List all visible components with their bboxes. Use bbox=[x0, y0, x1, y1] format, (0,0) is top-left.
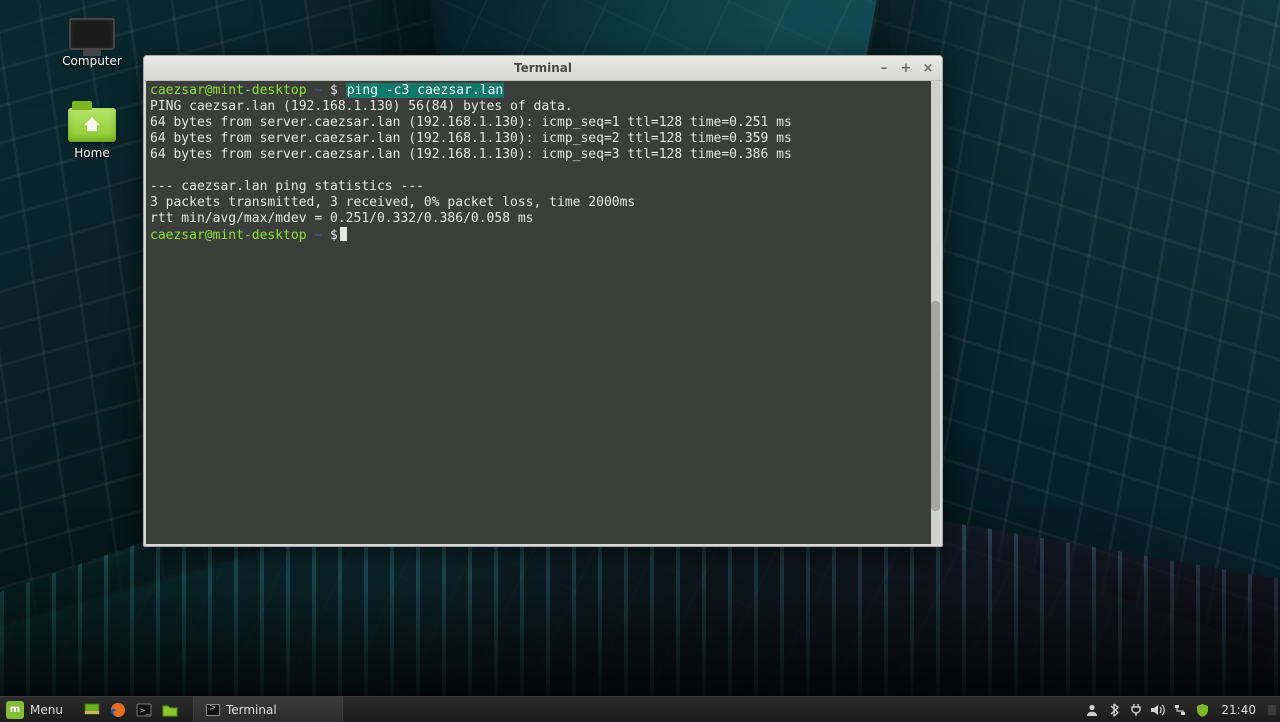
window-titlebar[interactable]: Terminal – + × bbox=[144, 56, 942, 81]
task-label: Terminal bbox=[226, 703, 277, 717]
mint-logo-icon: m bbox=[6, 701, 24, 719]
terminal-output-line: --- caezsar.lan ping statistics --- bbox=[150, 179, 936, 195]
power-icon[interactable] bbox=[1125, 703, 1147, 717]
terminal-output-line: rtt min/avg/max/mdev = 0.251/0.332/0.386… bbox=[150, 211, 936, 227]
svg-text:>_: >_ bbox=[139, 706, 151, 715]
terminal-output-line: 64 bytes from server.caezsar.lan (192.16… bbox=[150, 131, 936, 147]
plug-icon bbox=[1130, 703, 1142, 717]
terminal-icon bbox=[206, 704, 220, 716]
folder-icon bbox=[162, 703, 178, 717]
terminal-prompt-line: caezsar@mint-desktop ~ $ ping -c3 caezsa… bbox=[150, 83, 936, 99]
menu-label: Menu bbox=[30, 703, 63, 717]
terminal-output-line: 64 bytes from server.caezsar.lan (192.16… bbox=[150, 115, 936, 131]
desktop-icon-home[interactable]: Home bbox=[52, 108, 132, 160]
quick-launch: >_ bbox=[79, 697, 183, 722]
shield-glyph-icon bbox=[1196, 703, 1209, 717]
user-icon[interactable] bbox=[1081, 703, 1103, 717]
wired-network-icon bbox=[1173, 703, 1187, 717]
terminal-output-line: 64 bytes from server.caezsar.lan (192.16… bbox=[150, 147, 936, 163]
bluetooth-glyph-icon bbox=[1108, 703, 1120, 717]
taskbar-clock[interactable]: 21:40 bbox=[1213, 703, 1264, 717]
terminal-output-line: 3 packets transmitted, 3 received, 0% pa… bbox=[150, 195, 936, 211]
network-icon[interactable] bbox=[1169, 703, 1191, 717]
window-title: Terminal bbox=[514, 61, 572, 75]
terminal-output-lines: PING caezsar.lan (192.168.1.130) 56(84) … bbox=[150, 99, 936, 227]
firefox-icon bbox=[110, 702, 126, 718]
terminal-scrollbar[interactable] bbox=[931, 81, 940, 544]
terminal-output-line bbox=[150, 163, 936, 179]
computer-icon bbox=[69, 18, 115, 50]
speaker-icon bbox=[1150, 703, 1166, 717]
shield-icon[interactable] bbox=[1191, 703, 1213, 717]
terminal-output-line: PING caezsar.lan (192.168.1.130) 56(84) … bbox=[150, 99, 936, 115]
terminal-prompt-line: caezsar@mint-desktop ~ $ bbox=[150, 227, 936, 244]
system-tray: 21:40 bbox=[1081, 697, 1280, 722]
firefox-launcher[interactable] bbox=[105, 702, 131, 718]
terminal-command: ping -c3 caezsar.lan bbox=[346, 83, 505, 98]
terminal-scrollbar-thumb[interactable] bbox=[931, 301, 940, 511]
terminal-output-area[interactable]: caezsar@mint-desktop ~ $ ping -c3 caezsa… bbox=[146, 81, 940, 544]
person-icon bbox=[1085, 703, 1099, 717]
desktop-icon bbox=[84, 703, 100, 717]
taskbar: m Menu >_ Terminal bbox=[0, 696, 1280, 722]
terminal-cursor bbox=[340, 227, 347, 241]
prompt-user: caezsar@mint-desktop bbox=[150, 83, 307, 98]
home-folder-icon bbox=[68, 108, 116, 142]
desktop-icon-label: Computer bbox=[62, 54, 122, 68]
desktop-icon-label: Home bbox=[74, 146, 109, 160]
show-desktop-button[interactable] bbox=[79, 703, 105, 717]
desktop-icons: Computer Home bbox=[52, 18, 132, 160]
clock-time: 21:40 bbox=[1221, 703, 1256, 717]
terminal-launcher[interactable]: >_ bbox=[131, 703, 157, 717]
files-launcher[interactable] bbox=[157, 703, 183, 717]
prompt-symbol: $ bbox=[330, 83, 338, 98]
terminal-window[interactable]: Terminal – + × caezsar@mint-desktop ~ $ … bbox=[143, 55, 943, 547]
window-maximize-button[interactable]: + bbox=[896, 59, 916, 77]
menu-button[interactable]: m Menu bbox=[0, 697, 73, 722]
window-minimize-button[interactable]: – bbox=[874, 59, 894, 77]
desktop-icon-computer[interactable]: Computer bbox=[52, 18, 132, 68]
terminal-icon: >_ bbox=[136, 703, 152, 717]
taskbar-task-terminal[interactable]: Terminal bbox=[193, 697, 343, 722]
prompt-path: ~ bbox=[314, 83, 322, 98]
volume-icon[interactable] bbox=[1147, 703, 1169, 717]
bluetooth-icon[interactable] bbox=[1103, 703, 1125, 717]
window-close-button[interactable]: × bbox=[918, 59, 938, 77]
panel-edge-icon[interactable] bbox=[1264, 705, 1280, 715]
